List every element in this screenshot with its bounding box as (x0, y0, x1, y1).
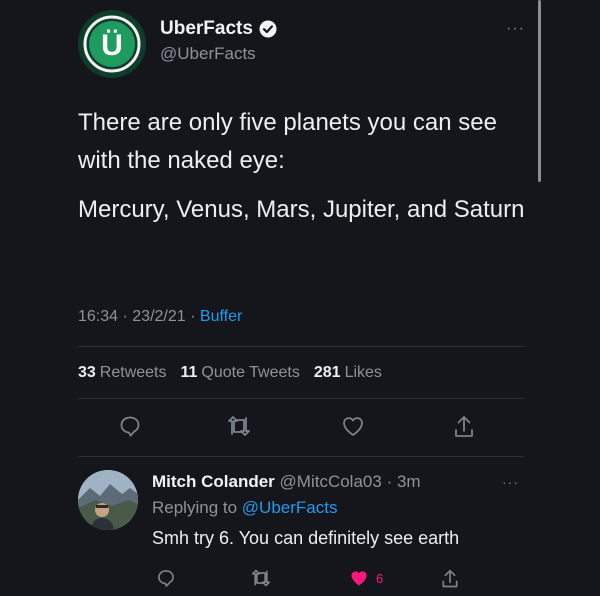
verified-icon (259, 20, 277, 38)
divider (78, 398, 524, 399)
like-button[interactable]: 6 (348, 568, 383, 588)
reply-button[interactable] (156, 568, 176, 588)
replying-to: Replying to @UberFacts (152, 498, 337, 518)
retweet-button[interactable] (250, 568, 272, 588)
retweets-stat[interactable]: 33 Retweets (78, 364, 167, 382)
divider (78, 456, 524, 457)
reply-text: Smh try 6. You can definitely see earth (152, 528, 460, 548)
like-icon (351, 571, 367, 586)
replying-prefix: Replying to (152, 498, 238, 517)
main-tweet: Ü UberFacts @UberFacts ··· There are onl… (0, 0, 600, 460)
more-icon[interactable]: ··· (502, 474, 519, 490)
reply-author-handle[interactable]: @MitcCola03 (280, 472, 382, 491)
likes-stat[interactable]: 281 Likes (314, 364, 382, 382)
tweet-actions (0, 414, 600, 444)
author-name[interactable]: UberFacts (160, 18, 253, 40)
reply-separator: · (386, 472, 393, 491)
reply-author-name[interactable]: Mitch Colander (152, 472, 275, 491)
tweet-time[interactable]: 16:34 (78, 308, 118, 325)
share-icon (442, 569, 458, 588)
meta-separator: · (122, 308, 128, 325)
reply-icon (120, 416, 140, 437)
reply-tweet: Mitch Colander @MitcCola03 · 3m ··· Repl… (0, 470, 600, 596)
reply-age[interactable]: 3m (397, 472, 421, 491)
replying-mention[interactable]: @UberFacts (242, 498, 338, 517)
tweet-text: There are only five planets you can see … (78, 104, 528, 240)
retweet-icon (228, 416, 250, 436)
reply-actions: 6 (0, 568, 600, 592)
share-button[interactable] (452, 414, 476, 440)
avatar-photo (78, 470, 138, 530)
tweet-text-paragraph-1: There are only five planets you can see … (78, 109, 497, 174)
likes-label: Likes (344, 364, 382, 381)
retweets-count: 33 (78, 364, 96, 381)
tweet-text-paragraph-2: Mercury, Venus, Mars, Jupiter, and Satur… (78, 196, 525, 223)
author-handle[interactable]: @UberFacts (160, 44, 277, 64)
reply-icon (158, 570, 174, 587)
logo-letter: Ü (101, 29, 123, 62)
quotes-label: Quote Tweets (201, 364, 300, 381)
share-icon (455, 416, 473, 437)
tweet-date[interactable]: 23/2/21 (132, 308, 185, 325)
quotes-stat[interactable]: 11 Quote Tweets (181, 364, 300, 382)
divider (78, 346, 524, 347)
scrollbar[interactable] (538, 0, 541, 182)
retweet-icon (251, 569, 271, 587)
uberfacts-avatar[interactable]: Ü (78, 10, 146, 78)
more-icon[interactable]: ··· (506, 20, 525, 38)
tweet-stats: 33 Retweets 11 Quote Tweets 281 Likes (78, 364, 382, 382)
retweet-button[interactable] (226, 414, 252, 438)
meta-separator: · (190, 308, 196, 325)
likes-count: 281 (313, 364, 341, 381)
quotes-count: 11 (180, 364, 198, 381)
reply-header: Mitch Colander @MitcCola03 · 3m (152, 472, 421, 492)
retweets-label: Retweets (99, 364, 167, 381)
like-button[interactable] (340, 414, 366, 438)
reply-button[interactable] (118, 414, 142, 438)
uberfacts-logo: Ü (80, 12, 144, 76)
tweet-source[interactable]: Buffer (200, 308, 242, 325)
avatar[interactable] (78, 470, 138, 530)
like-count: 6 (376, 570, 384, 586)
tweet-author[interactable]: UberFacts @UberFacts (160, 18, 277, 64)
tweet-meta: 16:34 · 23/2/21 · Buffer (78, 308, 242, 326)
share-button[interactable] (440, 568, 460, 590)
like-icon (343, 417, 363, 436)
